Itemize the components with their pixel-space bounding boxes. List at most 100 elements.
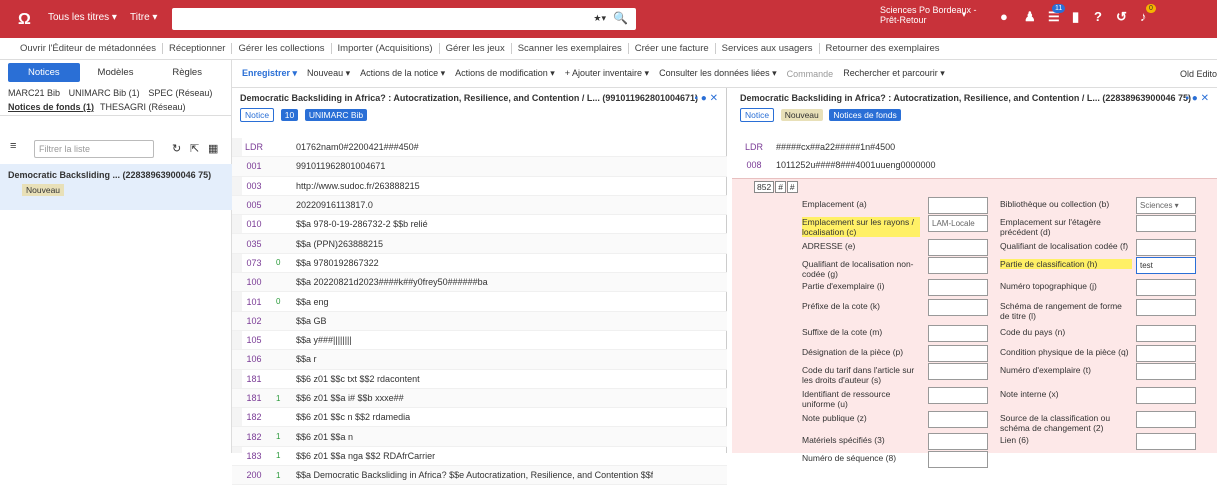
tab-holdings[interactable]: Notices de fonds (1) xyxy=(8,102,94,112)
save-button[interactable]: Enregistrer ▾ xyxy=(242,68,297,79)
subfield-input[interactable] xyxy=(928,279,988,296)
field-row[interactable]: 106 $$a r xyxy=(232,350,727,370)
tab-regles[interactable]: Règles xyxy=(151,67,223,78)
field-val[interactable]: $$a 978-0-19-286732-2 $$b relié xyxy=(296,219,428,229)
subfield-input[interactable] xyxy=(1136,363,1196,380)
old-editor-button[interactable]: Old Edito xyxy=(1180,69,1217,79)
field-val[interactable]: $$a 20220821d2023####k##y0frey50######ba xyxy=(296,277,488,287)
subfield-input[interactable] xyxy=(1136,239,1196,256)
field-val[interactable]: $$a (PPN)263888215 xyxy=(296,239,383,249)
tab-notices[interactable]: Notices xyxy=(8,62,80,82)
field-val[interactable]: $$6 z01 $$c txt $$2 rdacontent xyxy=(296,374,420,384)
subfield-input[interactable] xyxy=(1136,411,1196,428)
subfield-input[interactable] xyxy=(1136,279,1196,296)
order-button[interactable]: Commande xyxy=(787,69,834,79)
field-val[interactable]: $$6 z01 $$c n $$2 rdamedia xyxy=(296,412,410,422)
menu-item[interactable]: Importer (Acquisitions) xyxy=(332,43,440,54)
field-row[interactable]: 181 $$6 z01 $$c txt $$2 rdacontent xyxy=(232,370,727,389)
field-row[interactable]: 100 $$a 20220821d2023####k##y0frey50#####… xyxy=(232,273,727,293)
indicator-2[interactable]: # xyxy=(786,181,798,193)
refresh-icon[interactable]: ↻ xyxy=(172,142,181,155)
search-field-select[interactable]: Titre ▾ xyxy=(130,12,157,23)
field-val[interactable]: $$a 9780192867322 xyxy=(296,258,379,268)
field-row[interactable]: 003 http://www.sudoc.fr/263888215 xyxy=(232,177,727,196)
field-val[interactable]: $$a GB xyxy=(296,316,327,326)
subfield-input[interactable] xyxy=(928,345,988,362)
subfield-input[interactable] xyxy=(928,299,988,316)
field-val[interactable]: $$a y###|||||||| xyxy=(296,335,352,345)
institution-selector[interactable]: Sciences Po Bordeaux - Prêt-Retour ▾ xyxy=(880,5,977,25)
field-val[interactable]: $$a r xyxy=(296,354,317,364)
search-scope-select[interactable]: Tous les titres ▾ xyxy=(48,12,117,23)
notifications-icon[interactable]: ♪ xyxy=(1140,9,1147,24)
field-row[interactable]: 035 $$a (PPN)263888215 xyxy=(232,234,727,254)
subfield-input[interactable] xyxy=(928,411,988,428)
help-icon[interactable]: ? xyxy=(1094,9,1102,24)
field-val[interactable]: $$6 z01 $$a nga $$2 RDAfrCarrier xyxy=(296,451,435,461)
subfield-input[interactable] xyxy=(1136,345,1196,362)
tag-852[interactable]: 852 xyxy=(754,181,775,193)
edit-actions-button[interactable]: Actions de modification ▾ xyxy=(455,68,555,79)
subfield-input[interactable]: test xyxy=(1136,257,1196,274)
record-actions-button[interactable]: Actions de la notice ▾ xyxy=(360,68,445,79)
field-row[interactable]: 010 $$a 978-0-19-286732-2 $$b relié xyxy=(232,215,727,235)
menu-item[interactable]: Retourner des exemplaires xyxy=(820,43,946,54)
list-item[interactable]: Democratic Backsliding ... (228389639000… xyxy=(0,164,232,210)
field-row[interactable]: 182 $$6 z01 $$c n $$2 rdamedia xyxy=(232,408,727,428)
field-row[interactable]: 182 1 $$6 z01 $$a n xyxy=(232,427,727,447)
subfield-input[interactable] xyxy=(928,197,988,214)
new-button[interactable]: Nouveau ▾ xyxy=(307,68,350,79)
subfield-input[interactable] xyxy=(928,325,988,342)
subfield-input[interactable] xyxy=(1136,387,1196,404)
notice-pill[interactable]: Notice xyxy=(740,108,775,122)
subfield-input[interactable] xyxy=(928,363,988,380)
menu-item[interactable]: Créer une facture xyxy=(629,43,716,54)
alma-logo[interactable]: Ω xyxy=(18,11,31,29)
pin-list-icon[interactable]: ⇱ xyxy=(190,142,199,155)
subfield-input[interactable] xyxy=(1136,325,1196,342)
tab-thesagri[interactable]: THESAGRI (Réseau) xyxy=(100,102,186,112)
clipboard-icon[interactable]: ▮ xyxy=(1072,9,1079,25)
menu-item[interactable]: Réceptionner xyxy=(163,43,233,54)
menu-item[interactable]: Services aux usagers xyxy=(716,43,820,54)
field-row[interactable]: 102 $$a GB xyxy=(232,311,727,331)
subfield-input[interactable] xyxy=(928,387,988,404)
field-row[interactable]: 073 0 $$a 9780192867322 xyxy=(232,254,727,274)
field-row[interactable]: 181 1 $$6 z01 $$a i# $$b xxxe## xyxy=(232,388,727,409)
subfield-input[interactable] xyxy=(928,451,988,468)
field-row[interactable]: 005 20220916113817.0 xyxy=(232,195,727,216)
pin-icon[interactable]: ● xyxy=(1000,9,1008,24)
grid-icon[interactable]: ▦ xyxy=(208,142,218,155)
field-row[interactable]: 105 $$a y###|||||||| xyxy=(232,331,727,351)
favorites-icon[interactable]: ★▾ xyxy=(593,13,606,24)
subfield-input[interactable] xyxy=(928,257,988,274)
record-icons[interactable]: ▪ ● ✕ xyxy=(694,93,718,104)
menu-item[interactable]: Gérer les jeux xyxy=(440,43,512,54)
field-val[interactable]: $$a eng xyxy=(296,297,329,307)
field-value[interactable]: 1011252u####8###4001uueng0000000 xyxy=(776,160,936,170)
search-browse-button[interactable]: Rechercher et parcourir ▾ xyxy=(843,68,945,79)
subfield-input[interactable] xyxy=(1136,433,1196,450)
subfield-input[interactable] xyxy=(1136,299,1196,316)
field-val[interactable]: 01762nam0#2200421###450# xyxy=(296,142,419,152)
linked-data-button[interactable]: Consulter les données liées ▾ xyxy=(659,68,777,79)
user-icon[interactable]: ♟ xyxy=(1024,9,1036,25)
count-pill[interactable]: 10 xyxy=(280,109,299,121)
subfield-input[interactable] xyxy=(928,433,988,450)
tab-spec[interactable]: SPEC (Réseau) xyxy=(148,88,212,98)
subfield-input[interactable] xyxy=(928,239,988,256)
tab-modeles[interactable]: Modèles xyxy=(80,67,152,78)
menu-item[interactable]: Ouvrir l'Éditeur de métadonnées xyxy=(14,43,163,54)
field-row[interactable]: 183 1 $$6 z01 $$a nga $$2 RDAfrCarrier xyxy=(232,447,727,467)
notice-pill[interactable]: Notice xyxy=(240,108,275,122)
history-icon[interactable]: ↺ xyxy=(1116,9,1127,25)
search-icon[interactable]: 🔍 xyxy=(613,11,628,25)
field-row[interactable]: 001 991011962801004671 xyxy=(232,157,727,177)
tab-marc21[interactable]: MARC21 Bib xyxy=(8,88,60,98)
field-value[interactable]: #####cx##a22#####1n#4500 xyxy=(776,142,895,152)
menu-item[interactable]: Scanner les exemplaires xyxy=(512,43,629,54)
filter-input[interactable]: Filtrer la liste xyxy=(34,140,154,158)
field-val[interactable]: $$6 z01 $$a n xyxy=(296,432,353,442)
field-val[interactable]: $$a Democratic Backsliding in Africa? $$… xyxy=(296,470,653,480)
menu-item[interactable]: Gérer les collections xyxy=(232,43,332,54)
